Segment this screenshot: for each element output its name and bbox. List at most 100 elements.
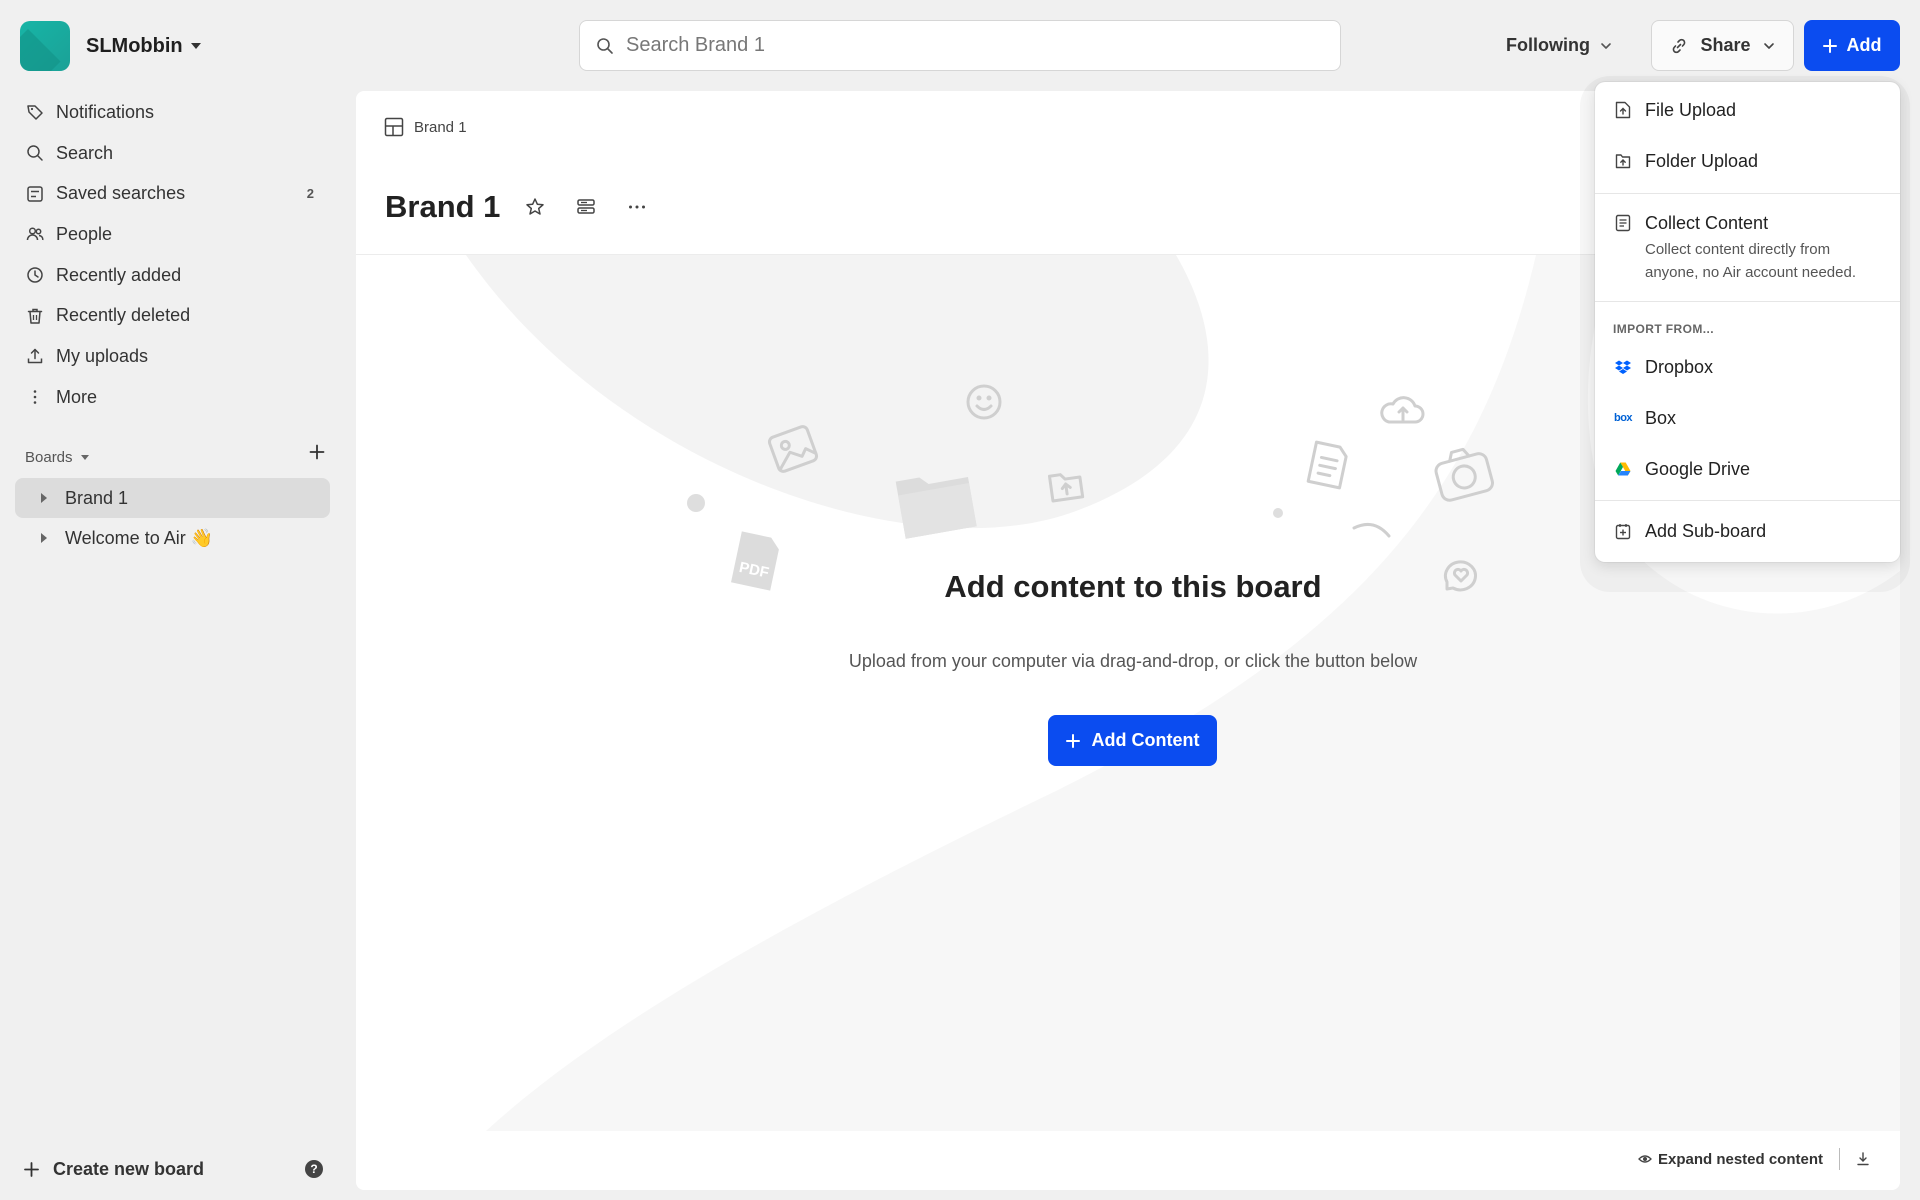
expand-arrow-icon[interactable] [41,533,47,543]
dropbox-icon [1615,357,1631,377]
add-board-button[interactable] [309,444,325,460]
more-horizontal-icon[interactable] [622,192,652,222]
board-label: Welcome to Air 👋 [65,527,214,548]
people-icon [26,225,44,243]
add-label: Add [1846,35,1882,55]
plus-icon [1065,733,1080,748]
menu-divider [1595,500,1900,501]
toolbar-divider [1839,1148,1840,1170]
expand-nested-button[interactable]: Expand nested content [1638,1151,1823,1168]
add-button[interactable]: Add [1804,20,1900,71]
menu-item-box[interactable]: box Box [1595,408,1900,429]
add-content-button[interactable]: Add Content [1048,715,1217,766]
boards-section-header: Boards [25,444,325,470]
document-icon [1306,440,1348,490]
notification-tag-icon [26,103,44,121]
empty-state-subtitle: Upload from your computer via drag-and-d… [848,651,1418,671]
collect-form-icon [1615,213,1631,233]
sidebar-item-label: Recently deleted [56,305,191,326]
menu-item-label: Google Drive [1645,459,1751,479]
menu-item-collect-content[interactable]: Collect Content Collect content directly… [1595,213,1900,284]
menu-item-file-upload[interactable]: File Upload [1595,100,1900,121]
sidebar-item-label: People [56,223,113,244]
help-icon[interactable]: ? [305,1160,323,1178]
search-input[interactable] [626,34,1340,57]
star-icon[interactable] [520,192,550,222]
link-icon [1670,37,1688,55]
sidebar-item-recently-deleted[interactable]: Recently deleted [16,295,330,336]
plus-icon [24,1161,39,1177]
sidebar-item-search[interactable]: Search [16,133,330,174]
breadcrumb[interactable]: Brand 1 [384,117,467,137]
add-subboard-icon [1615,521,1631,541]
share-button[interactable]: Share [1651,20,1794,71]
following-dropdown[interactable]: Following [1506,20,1612,71]
add-dropdown-menu: File Upload Folder Upload Collect Conten… [1595,82,1900,562]
search-icon [596,37,614,55]
menu-item-label: Collect Content [1645,213,1769,233]
chevron-down-icon [1600,42,1612,50]
board-label: Brand 1 [65,487,129,508]
sidebar-board-brand-1[interactable]: Brand 1 [15,478,330,518]
workspace-logo [20,21,70,71]
sidebar-item-label: Recently added [56,264,182,285]
decorative-arc [1352,522,1391,538]
cloud-icon [1380,396,1425,424]
sidebar-board-welcome[interactable]: Welcome to Air 👋 [15,518,330,558]
sidebar-item-label: More [56,386,98,407]
sidebar-item-notifications[interactable]: Notifications [16,92,330,133]
search-icon [26,144,44,162]
create-board-label: Create new board [53,1158,205,1179]
workspace-switcher[interactable]: SLMobbin [20,20,201,72]
menu-item-description: Collect content directly from anyone, no… [1645,241,1856,281]
caret-down-icon [190,43,201,49]
menu-divider [1595,301,1900,302]
clock-icon [26,266,44,284]
import-heading: IMPORT FROM... [1613,322,1714,336]
decorative-dot [1273,508,1283,518]
create-board-button[interactable]: Create new board [24,1154,204,1184]
saved-search-icon [26,185,44,203]
menu-item-dropbox[interactable]: Dropbox [1595,357,1900,378]
share-label: Share [1700,35,1751,55]
bottom-toolbar: Expand nested content [1638,1148,1870,1170]
page-title: Brand 1 [385,189,501,224]
menu-item-label: File Upload [1645,100,1737,120]
menu-item-add-subboard[interactable]: Add Sub-board [1595,521,1900,542]
folder-upload-icon [1615,151,1631,171]
sidebar-item-recently-added[interactable]: Recently added [16,255,330,296]
upload-icon [26,347,44,365]
plus-icon [1822,38,1837,53]
boards-toggle[interactable]: Boards [25,449,89,466]
expand-nested-label: Expand nested content [1657,1150,1823,1168]
menu-item-label: Folder Upload [1645,151,1759,171]
box-logo-icon: box [1614,408,1633,428]
workspace-name: SLMobbin [86,34,183,57]
sidebar-item-label: Search [56,142,114,163]
board-title-row: Brand 1 [385,189,673,225]
board-details-icon[interactable] [571,192,601,222]
trash-icon [26,307,44,325]
board-layout-icon [384,117,404,137]
eye-icon [1638,1152,1652,1166]
breadcrumb-label: Brand 1 [414,118,467,136]
sidebar-item-saved-searches[interactable]: Saved searches 2 [16,173,330,214]
sidebar-item-label: My uploads [56,345,149,366]
expand-arrow-icon[interactable] [41,493,47,503]
following-label: Following [1506,35,1590,55]
menu-item-label: Add Sub-board [1645,521,1767,541]
file-upload-icon [1615,100,1631,120]
caret-down-icon [80,454,89,460]
search-bar[interactable] [579,20,1341,71]
sidebar-item-people[interactable]: People [16,214,330,255]
menu-item-label: Box [1645,408,1677,428]
sidebar-item-label: Saved searches [56,183,186,204]
download-icon[interactable] [1856,1152,1870,1166]
sidebar-item-my-uploads[interactable]: My uploads [16,336,330,377]
menu-item-google-drive[interactable]: Google Drive [1595,459,1900,480]
sidebar-item-more[interactable]: More [16,377,330,418]
menu-divider [1595,193,1900,194]
menu-item-folder-upload[interactable]: Folder Upload [1595,151,1900,172]
google-drive-icon [1615,459,1631,479]
boards-label: Boards [25,448,73,466]
